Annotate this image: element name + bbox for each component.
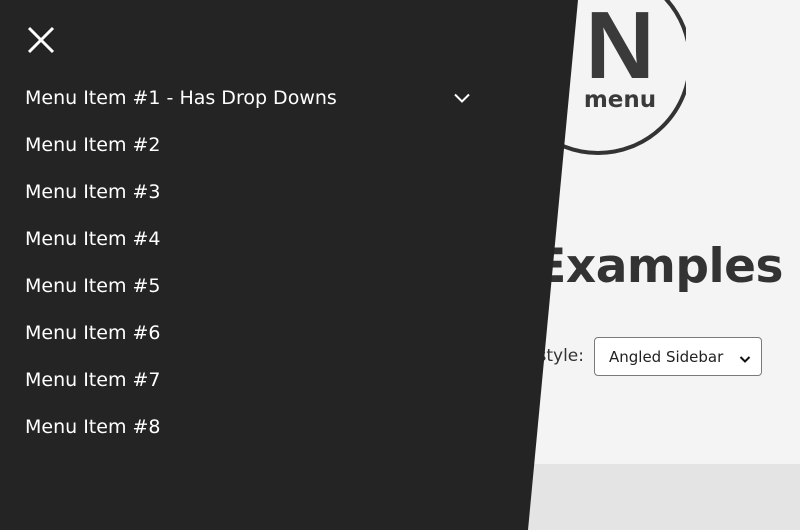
menu-item-1[interactable]: Menu Item #1 - Has Drop Downs — [25, 74, 485, 121]
menu-item-5[interactable]: Menu Item #5 — [25, 262, 485, 309]
menu-item-label: Menu Item #1 - Has Drop Downs — [25, 86, 337, 109]
menu-style-select[interactable]: Angled Sidebar — [594, 337, 762, 376]
menu-item-label: Menu Item #6 — [25, 321, 161, 344]
logo-letter: N — [585, 0, 654, 99]
menu-item-label: Menu Item #5 — [25, 274, 161, 297]
logo-word: menu — [584, 87, 656, 113]
close-icon — [27, 26, 55, 54]
menu-item-label: Menu Item #2 — [25, 133, 161, 156]
menu-item-3[interactable]: Menu Item #3 — [25, 168, 485, 215]
menu-item-6[interactable]: Menu Item #6 — [25, 309, 485, 356]
menu-item-2[interactable]: Menu Item #2 — [25, 121, 485, 168]
chevron-down-icon — [739, 351, 751, 363]
menu-item-label: Menu Item #4 — [25, 227, 161, 250]
menu-item-label: Menu Item #3 — [25, 180, 161, 203]
menu-item-4[interactable]: Menu Item #4 — [25, 215, 485, 262]
chevron-down-icon[interactable] — [453, 89, 471, 107]
menu-item-label: Menu Item #7 — [25, 368, 161, 391]
menu-style-select-value: Angled Sidebar — [609, 347, 724, 366]
menu-item-label: Menu Item #8 — [25, 415, 161, 438]
close-button[interactable] — [26, 25, 56, 55]
menu-item-8[interactable]: Menu Item #8 — [25, 403, 485, 450]
menu-item-7[interactable]: Menu Item #7 — [25, 356, 485, 403]
sidebar-menu: Menu Item #1 - Has Drop Downs Menu Item … — [25, 74, 485, 450]
